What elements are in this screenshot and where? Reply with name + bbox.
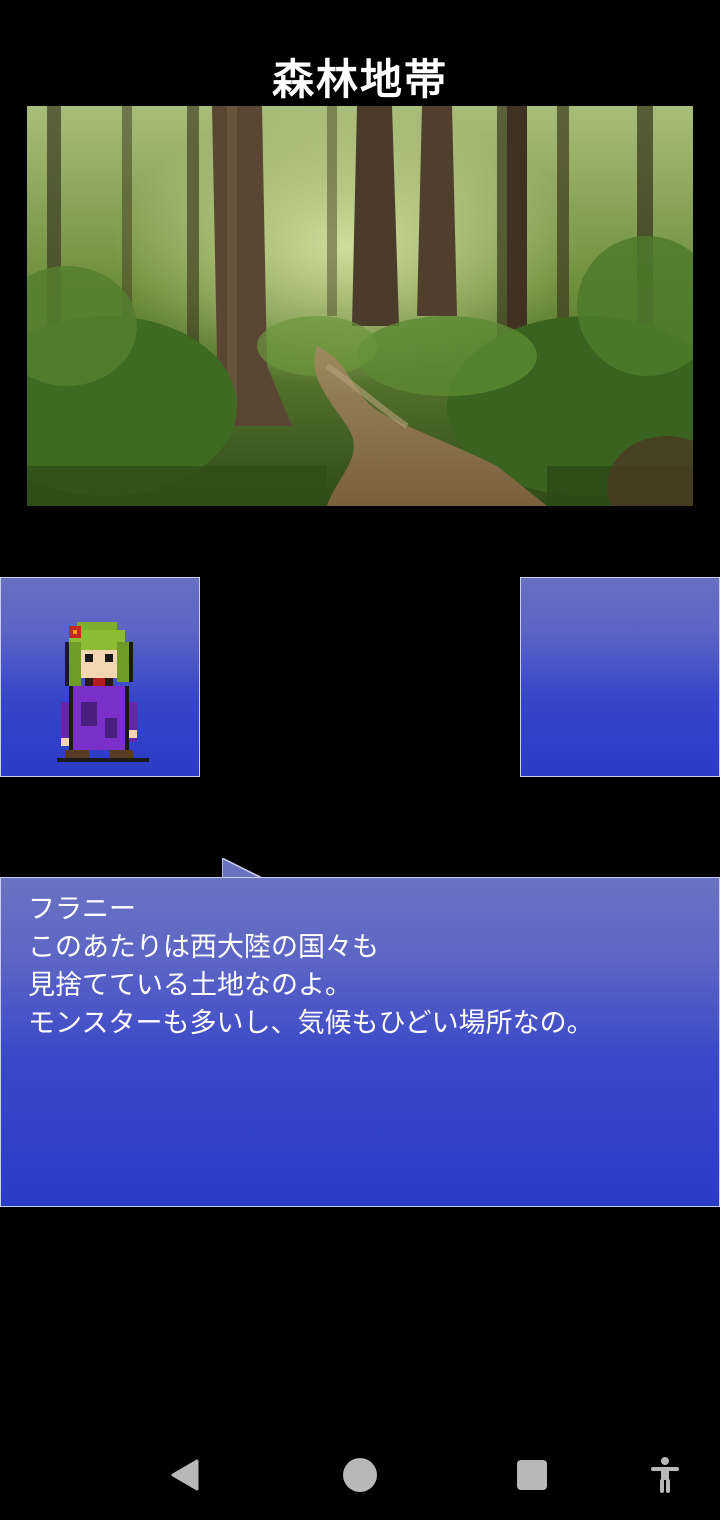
dialog-line: このあたりは西大陸の国々も [28, 932, 379, 963]
recents-button[interactable] [507, 1450, 557, 1500]
accessibility-icon [651, 1457, 679, 1493]
accessibility-button[interactable] [640, 1450, 690, 1500]
square-recents-icon [517, 1460, 547, 1490]
dialog-line: モンスターも多いし、気候もひどい場所なの。 [28, 1008, 594, 1039]
portrait-left [0, 577, 200, 777]
triangle-back-icon [171, 1459, 199, 1491]
game-screen[interactable]: 森林地帯 フラニー このあたりは西大陸の国々も 見捨てている土地なのよ。 モンス… [0, 0, 720, 1520]
franny-sprite [57, 622, 149, 762]
system-navigation-bar [0, 1430, 720, 1520]
location-title: 森林地帯 [271, 55, 448, 104]
speaker-name: フラニー [28, 894, 136, 925]
forest-scene-image [27, 106, 693, 506]
portrait-right [520, 577, 720, 777]
home-button[interactable] [335, 1450, 385, 1500]
dialog-line: 見捨てている土地なのよ。 [28, 970, 352, 1001]
circle-home-icon [343, 1458, 377, 1492]
back-button[interactable] [161, 1450, 211, 1500]
